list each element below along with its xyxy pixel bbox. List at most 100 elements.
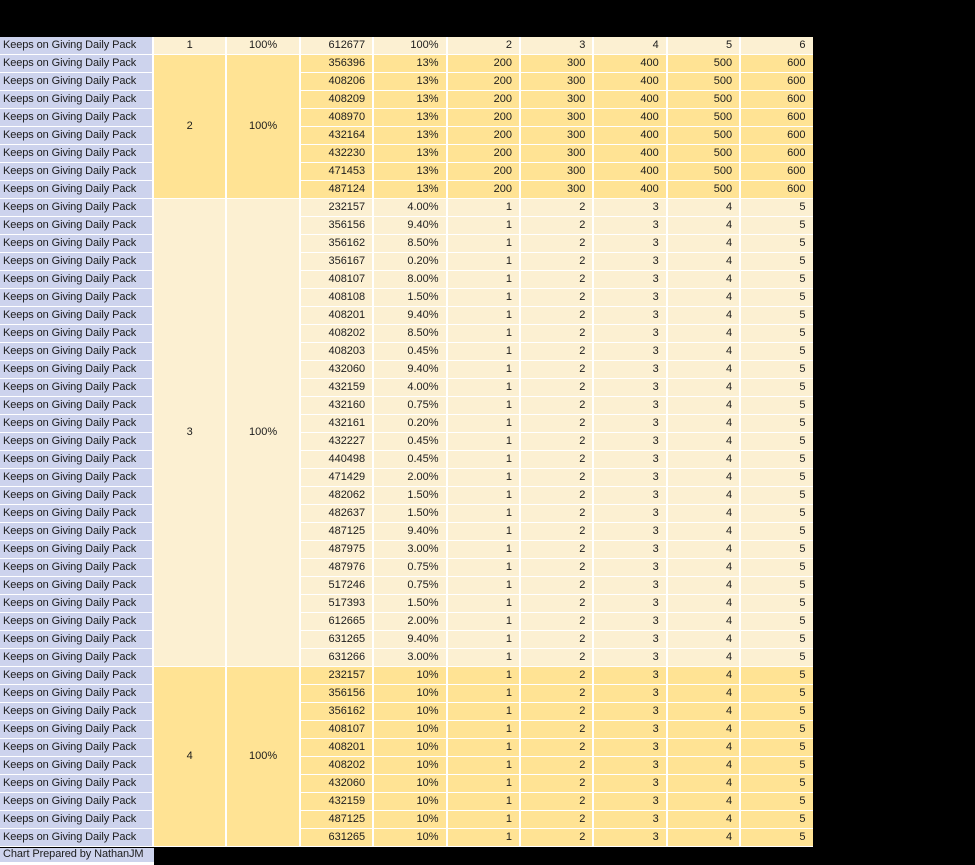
value-cell[interactable]: 1 xyxy=(447,289,519,306)
value-cell[interactable]: 400 xyxy=(594,109,666,126)
value-cell[interactable]: 1 xyxy=(447,235,519,252)
value-cell[interactable]: 3 xyxy=(594,685,666,702)
value-cell[interactable]: 3 xyxy=(594,739,666,756)
value-cell[interactable]: 2 xyxy=(520,217,593,234)
item-id-cell[interactable]: 432159 xyxy=(300,379,373,396)
row-label-cell[interactable]: Keeps on Giving Daily Pack xyxy=(0,775,152,792)
value-cell[interactable]: 1 xyxy=(447,829,519,846)
row-label-cell[interactable]: Keeps on Giving Daily Pack xyxy=(0,127,152,144)
item-id-cell[interactable]: 356156 xyxy=(300,217,373,234)
value-cell[interactable]: 3 xyxy=(594,469,666,486)
value-cell[interactable]: 200 xyxy=(447,55,519,72)
value-cell[interactable]: 2 xyxy=(520,577,593,594)
value-cell[interactable]: 2 xyxy=(520,631,593,648)
value-cell[interactable]: 600 xyxy=(741,91,813,108)
percent-cell[interactable]: 9.40% xyxy=(374,361,446,378)
value-cell[interactable]: 600 xyxy=(741,127,813,144)
item-id-cell[interactable]: 356162 xyxy=(300,703,373,720)
value-cell[interactable]: 2 xyxy=(520,469,593,486)
row-label-cell[interactable]: Keeps on Giving Daily Pack xyxy=(0,163,152,180)
value-cell[interactable]: 3 xyxy=(594,235,666,252)
value-cell[interactable]: 1 xyxy=(447,433,519,450)
percent-cell[interactable]: 3.00% xyxy=(374,541,446,558)
percent-cell[interactable]: 8.50% xyxy=(374,325,446,342)
item-id-cell[interactable]: 432164 xyxy=(300,127,373,144)
value-cell[interactable]: 3 xyxy=(594,397,666,414)
value-cell[interactable]: 300 xyxy=(520,127,593,144)
row-label-cell[interactable]: Keeps on Giving Daily Pack xyxy=(0,145,152,162)
value-cell[interactable]: 4 xyxy=(667,703,740,720)
value-cell[interactable]: 5 xyxy=(741,379,813,396)
value-cell[interactable]: 4 xyxy=(667,415,740,432)
value-cell[interactable]: 300 xyxy=(520,145,593,162)
value-cell[interactable]: 4 xyxy=(667,361,740,378)
value-cell[interactable]: 2 xyxy=(520,829,593,846)
value-cell[interactable]: 1 xyxy=(447,379,519,396)
percent-cell[interactable]: 10% xyxy=(374,685,446,702)
value-cell[interactable]: 2 xyxy=(447,37,519,54)
value-cell[interactable]: 2 xyxy=(520,505,593,522)
percent-cell[interactable]: 10% xyxy=(374,829,446,846)
value-cell[interactable]: 3 xyxy=(594,451,666,468)
value-cell[interactable]: 4 xyxy=(667,235,740,252)
item-id-cell[interactable]: 432161 xyxy=(300,415,373,432)
value-cell[interactable]: 5 xyxy=(741,811,813,828)
value-cell[interactable]: 2 xyxy=(520,559,593,576)
value-cell[interactable]: 2 xyxy=(520,343,593,360)
row-label-cell[interactable]: Keeps on Giving Daily Pack xyxy=(0,271,152,288)
value-cell[interactable]: 4 xyxy=(667,739,740,756)
percent-cell[interactable]: 0.75% xyxy=(374,397,446,414)
value-cell[interactable]: 400 xyxy=(594,163,666,180)
value-cell[interactable]: 400 xyxy=(594,145,666,162)
item-id-cell[interactable]: 408107 xyxy=(300,271,373,288)
item-id-cell[interactable]: 517246 xyxy=(300,577,373,594)
item-id-cell[interactable]: 487976 xyxy=(300,559,373,576)
value-cell[interactable]: 5 xyxy=(741,541,813,558)
value-cell[interactable]: 2 xyxy=(520,361,593,378)
item-id-cell[interactable]: 471453 xyxy=(300,163,373,180)
value-cell[interactable]: 1 xyxy=(447,595,519,612)
value-cell[interactable]: 400 xyxy=(594,181,666,198)
value-cell[interactable]: 4 xyxy=(667,397,740,414)
value-cell[interactable]: 3 xyxy=(594,595,666,612)
value-cell[interactable]: 600 xyxy=(741,55,813,72)
percent-cell[interactable]: 0.75% xyxy=(374,559,446,576)
value-cell[interactable]: 4 xyxy=(667,487,740,504)
value-cell[interactable]: 5 xyxy=(741,559,813,576)
value-cell[interactable]: 5 xyxy=(741,397,813,414)
value-cell[interactable]: 4 xyxy=(667,685,740,702)
value-cell[interactable]: 1 xyxy=(447,703,519,720)
row-label-cell[interactable]: Keeps on Giving Daily Pack xyxy=(0,325,152,342)
value-cell[interactable]: 3 xyxy=(594,307,666,324)
value-cell[interactable]: 4 xyxy=(667,649,740,666)
value-cell[interactable]: 1 xyxy=(447,775,519,792)
value-cell[interactable]: 2 xyxy=(520,307,593,324)
value-cell[interactable]: 500 xyxy=(667,145,740,162)
row-label-cell[interactable]: Keeps on Giving Daily Pack xyxy=(0,73,152,90)
value-cell[interactable]: 4 xyxy=(667,721,740,738)
percent-cell[interactable]: 9.40% xyxy=(374,631,446,648)
value-cell[interactable]: 2 xyxy=(520,793,593,810)
value-cell[interactable]: 1 xyxy=(447,649,519,666)
value-cell[interactable]: 5 xyxy=(741,469,813,486)
value-cell[interactable]: 500 xyxy=(667,91,740,108)
value-cell[interactable]: 2 xyxy=(520,595,593,612)
percent-cell[interactable]: 13% xyxy=(374,73,446,90)
value-cell[interactable]: 600 xyxy=(741,73,813,90)
percent-cell[interactable]: 13% xyxy=(374,181,446,198)
item-id-cell[interactable]: 432060 xyxy=(300,775,373,792)
item-id-cell[interactable]: 356162 xyxy=(300,235,373,252)
value-cell[interactable]: 400 xyxy=(594,73,666,90)
percent-cell[interactable]: 4.00% xyxy=(374,379,446,396)
row-label-cell[interactable]: Keeps on Giving Daily Pack xyxy=(0,631,152,648)
value-cell[interactable]: 3 xyxy=(594,325,666,342)
value-cell[interactable]: 1 xyxy=(447,199,519,216)
percent-cell[interactable]: 8.00% xyxy=(374,271,446,288)
percent-cell[interactable]: 4.00% xyxy=(374,199,446,216)
value-cell[interactable]: 1 xyxy=(447,415,519,432)
item-id-cell[interactable]: 432060 xyxy=(300,361,373,378)
value-cell[interactable]: 1 xyxy=(447,343,519,360)
value-cell[interactable]: 300 xyxy=(520,73,593,90)
value-cell[interactable]: 5 xyxy=(741,757,813,774)
row-label-cell[interactable]: Keeps on Giving Daily Pack xyxy=(0,703,152,720)
